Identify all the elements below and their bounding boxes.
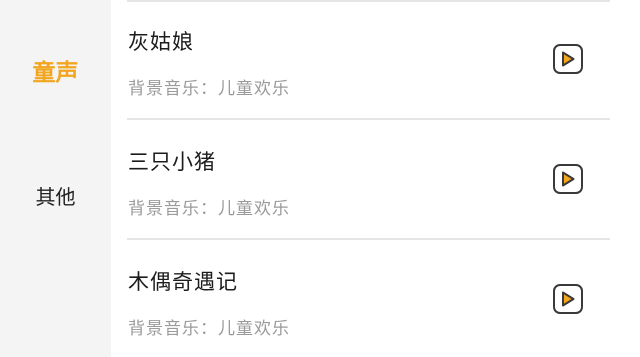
list-item[interactable]: 灰姑娘 背景音乐：儿童欢乐 xyxy=(111,0,640,120)
song-title: 三只小猪 xyxy=(128,150,216,174)
play-icon xyxy=(562,171,575,187)
list-item[interactable]: 三只小猪 背景音乐：儿童欢乐 xyxy=(111,120,640,240)
category-tab-other[interactable]: 其他 xyxy=(0,181,111,210)
song-subtitle: 背景音乐：儿童欢乐 xyxy=(128,79,290,99)
category-tab-children-voice[interactable]: 童声 xyxy=(0,53,111,87)
song-title: 木偶奇遇记 xyxy=(128,270,238,294)
play-button[interactable] xyxy=(553,44,583,74)
song-subtitle: 背景音乐：儿童欢乐 xyxy=(128,199,290,219)
song-title: 灰姑娘 xyxy=(128,30,194,54)
play-button[interactable] xyxy=(553,164,583,194)
play-button[interactable] xyxy=(553,284,583,314)
play-icon xyxy=(562,291,575,307)
category-sidebar: 童声 其他 xyxy=(0,0,111,357)
play-icon xyxy=(562,51,575,67)
list-item[interactable]: 木偶奇遇记 背景音乐：儿童欢乐 xyxy=(111,240,640,357)
song-list: 灰姑娘 背景音乐：儿童欢乐 三只小猪 背景音乐：儿童欢乐 木偶奇遇记 背景音乐：… xyxy=(111,0,640,357)
song-subtitle: 背景音乐：儿童欢乐 xyxy=(128,319,290,339)
app-root: 童声 其他 灰姑娘 背景音乐：儿童欢乐 三只小猪 背景音乐：儿童欢乐 木偶奇遇记… xyxy=(0,0,640,357)
